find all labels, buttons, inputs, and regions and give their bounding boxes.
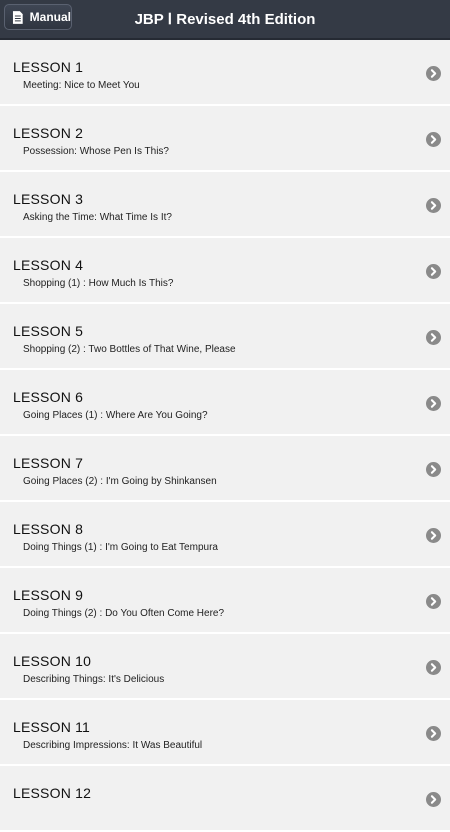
lesson-row-2[interactable]: LESSON 2 Possession: Whose Pen Is This?	[0, 106, 450, 172]
chevron-right-circle-icon	[426, 528, 441, 543]
lesson-subtitle: Meeting: Nice to Meet You	[23, 80, 140, 91]
lesson-row-8[interactable]: LESSON 8 Doing Things (1) : I'm Going to…	[0, 502, 450, 568]
lesson-subtitle: Possession: Whose Pen Is This?	[23, 146, 169, 157]
chevron-right-circle-icon	[426, 198, 441, 213]
lesson-row-6[interactable]: LESSON 6 Going Places (1) : Where Are Yo…	[0, 370, 450, 436]
lesson-title: LESSON 2	[13, 125, 84, 141]
lesson-row-5[interactable]: LESSON 5 Shopping (2) : Two Bottles of T…	[0, 304, 450, 370]
lesson-subtitle: Shopping (1) : How Much Is This?	[23, 278, 174, 289]
chevron-right-circle-icon	[426, 330, 441, 345]
lesson-subtitle: Shopping (2) : Two Bottles of That Wine,…	[23, 344, 236, 355]
lesson-title: LESSON 1	[13, 59, 84, 75]
lesson-list: LESSON 1 Meeting: Nice to Meet You LESSO…	[0, 40, 450, 832]
lesson-title: LESSON 7	[13, 455, 84, 471]
chevron-right-circle-icon	[426, 726, 441, 741]
lesson-title: LESSON 9	[13, 587, 84, 603]
lesson-title: LESSON 8	[13, 521, 84, 537]
lesson-subtitle: Doing Things (2) : Do You Often Come Her…	[23, 608, 225, 619]
chevron-right-circle-icon	[426, 462, 441, 477]
chevron-right-circle-icon	[426, 264, 441, 279]
chevron-right-circle-icon	[426, 132, 441, 147]
chevron-right-circle-icon	[426, 660, 441, 675]
lesson-row-7[interactable]: LESSON 7 Going Places (2) : I'm Going by…	[0, 436, 450, 502]
lesson-title: LESSON 5	[13, 323, 84, 339]
lesson-row-11[interactable]: LESSON 11 Describing Impressions: It Was…	[0, 700, 450, 766]
lesson-subtitle: Asking the Time: What Time Is It?	[23, 212, 172, 223]
lesson-row-12[interactable]: LESSON 12	[0, 766, 450, 832]
lesson-subtitle: Describing Things: It's Delicious	[23, 674, 165, 685]
lesson-row-10[interactable]: LESSON 10 Describing Things: It's Delici…	[0, 634, 450, 700]
lesson-subtitle: Doing Things (1) : I'm Going to Eat Temp…	[23, 542, 218, 553]
chevron-right-circle-icon	[426, 594, 441, 609]
chevron-right-circle-icon	[426, 396, 441, 411]
chevron-right-circle-icon	[426, 66, 441, 81]
lesson-row-4[interactable]: LESSON 4 Shopping (1) : How Much Is This…	[0, 238, 450, 304]
lesson-title: LESSON 12	[13, 785, 92, 801]
lesson-title: LESSON 3	[13, 191, 84, 207]
lesson-subtitle: Going Places (1) : Where Are You Going?	[23, 410, 208, 421]
lesson-title: LESSON 11	[13, 719, 91, 735]
lesson-row-1[interactable]: LESSON 1 Meeting: Nice to Meet You	[0, 40, 450, 106]
page-title: JBP Ⅰ Revised 4th Edition	[134, 11, 316, 28]
lesson-title: LESSON 4	[13, 257, 84, 273]
lesson-title: LESSON 6	[13, 389, 84, 405]
lesson-title: LESSON 10	[13, 653, 92, 669]
lesson-row-9[interactable]: LESSON 9 Doing Things (2) : Do You Often…	[0, 568, 450, 634]
lesson-row-3[interactable]: LESSON 3 Asking the Time: What Time Is I…	[0, 172, 450, 238]
lesson-subtitle: Describing Impressions: It Was Beautiful	[23, 740, 203, 751]
lesson-subtitle: Going Places (2) : I'm Going by Shinkans…	[23, 476, 217, 487]
app-header: Manual JBP Ⅰ Revised 4th Edition	[0, 0, 450, 40]
